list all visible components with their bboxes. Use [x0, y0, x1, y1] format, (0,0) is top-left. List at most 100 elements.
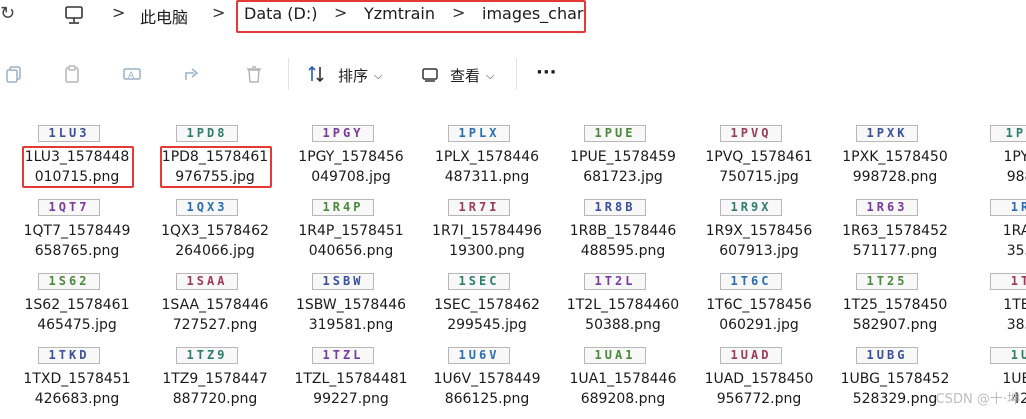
file-thumbnail: 1TZL: [312, 347, 374, 364]
paste-icon[interactable]: [62, 64, 82, 84]
file-name-line: 607913.jpg: [719, 243, 799, 259]
file-item[interactable]: 1T25 1T25_1578450 582907.png: [828, 273, 962, 345]
file-item[interactable]: 1UAD 1UAD_1578450 956772.png: [692, 347, 826, 419]
file-name: 1UA1_1578446 689208.png: [556, 369, 690, 409]
file-item[interactable]: 1UBG 1UBG_1578452 528329.png: [828, 347, 962, 419]
file-item[interactable]: 1R7I 1R7I_15784496 19300.png: [420, 199, 554, 271]
file-name-line: 1QX3_1578462: [161, 223, 269, 239]
sort-button[interactable]: 排序: [338, 65, 368, 86]
file-name: 1SBW_1578446 319581.png: [284, 295, 418, 335]
file-name-line: 956772.png: [716, 391, 802, 407]
file-name-line: 487311.png: [444, 169, 530, 185]
delete-icon[interactable]: [244, 64, 264, 84]
path-highlight-box: [236, 0, 586, 33]
file-item[interactable]: 1U1UBS_14244: [962, 347, 1026, 419]
file-name-line: 1T25_1578450: [842, 297, 948, 313]
file-name-line: 658765.png: [34, 243, 120, 259]
view-icon[interactable]: [420, 64, 440, 84]
file-item[interactable]: 1TKD 1TXD_1578451 426683.png: [10, 347, 144, 419]
file-name: 1PUE_1578459 681723.jpg: [556, 147, 690, 187]
chevron-down-icon: ⌵: [374, 69, 383, 82]
file-thumbnail: 1SBW: [312, 273, 374, 290]
file-item[interactable]: 1R63 1R63_1578452 571177.png: [828, 199, 962, 271]
file-item[interactable]: 1SAA 1SAA_1578446 727527.png: [148, 273, 282, 345]
file-name: 1PGY_1578456 049708.jpg: [284, 147, 418, 187]
file-item[interactable]: 1PUE 1PUE_1578459 681723.jpg: [556, 125, 690, 197]
command-bar: [0, 50, 1026, 100]
file-item[interactable]: 1T6C 1T6C_1578456 060291.jpg: [692, 273, 826, 345]
file-thumbnail: 1S62: [38, 273, 100, 290]
file-item[interactable]: 1PXK 1PXK_1578450 998728.png: [828, 125, 962, 197]
file-thumbnail: 1R9X: [720, 199, 782, 216]
file-thumbnail: 1SAA: [176, 273, 238, 290]
file-thumbnail: 1R4P: [312, 199, 374, 216]
file-name-line: 1UAD_1578450: [704, 371, 814, 387]
file-item[interactable]: 1QT7 1QT7_1578449 658765.png: [10, 199, 144, 271]
file-item[interactable]: 1PGY 1PGY_1578456 049708.jpg: [284, 125, 418, 197]
file-item[interactable]: 1S62 1S62_1578461 465475.jpg: [10, 273, 144, 345]
file-name: 1T25_1578450 582907.png: [828, 295, 962, 335]
file-name-line: 049708.jpg: [311, 169, 391, 185]
file-name-line: 465475.jpg: [37, 317, 117, 333]
toolbar-divider: [288, 58, 289, 90]
file-thumbnail: 1TZ9: [176, 347, 238, 364]
file-thumbnail: 1PLX: [448, 125, 510, 142]
file-item[interactable]: 1QX3 1QX3_1578462 264066.jpg: [148, 199, 282, 271]
chevron-right-icon: >: [212, 3, 226, 22]
computer-icon[interactable]: [64, 4, 84, 26]
breadcrumb-this-pc[interactable]: 此电脑: [140, 4, 188, 28]
share-icon[interactable]: [182, 64, 202, 84]
file-thumbnail: 1UBG: [856, 347, 918, 364]
file-name-line: 998728.png: [852, 169, 938, 185]
file-item[interactable]: 1T 1TBP_1 38563: [962, 273, 1026, 345]
file-name-line: 1PUE_1578459: [570, 149, 676, 165]
file-name-line: 1PVQ_1578461: [705, 149, 813, 165]
address-bar: ↻ > 此电脑 > Data (D:) > Yzmtrain > images_…: [0, 0, 1026, 36]
file-thumbnail: 1T: [990, 273, 1026, 290]
file-thumbnail: 1R63: [856, 199, 918, 216]
file-name-line: 1TBP_1: [1003, 297, 1026, 313]
file-thumbnail: 1TKD: [38, 347, 100, 364]
file-item[interactable]: 1PLX 1PLX_1578446 487311.png: [420, 125, 554, 197]
file-item[interactable]: 1PVQ 1PVQ_1578461 750715.jpg: [692, 125, 826, 197]
file-name: 1T6C_1578456 060291.jpg: [692, 295, 826, 335]
copy-icon[interactable]: [4, 64, 24, 84]
file-item[interactable]: 1R4P 1R4P_1578451 040656.png: [284, 199, 418, 271]
refresh-icon[interactable]: ↻: [0, 3, 15, 24]
file-item[interactable]: 1R 1RA1_1 35564: [962, 199, 1026, 271]
file-item[interactable]: 1PY 1PYZ_1 98871: [962, 125, 1026, 197]
file-item[interactable]: 1R9X 1R9X_1578456 607913.jpg: [692, 199, 826, 271]
svg-text:A: A: [128, 71, 135, 81]
file-name-line: 99227.png: [313, 391, 389, 407]
file-name-line: 1PGY_1578456: [298, 149, 404, 165]
file-name-line: 1S62_1578461: [24, 297, 130, 313]
file-name: 1T2L_15784460 50388.png: [556, 295, 690, 335]
file-item[interactable]: 1U6V 1U6V_1578449 866125.png: [420, 347, 554, 419]
file-item[interactable]: 1TZL 1TZL_15784481 99227.png: [284, 347, 418, 419]
view-button[interactable]: 查看: [450, 65, 480, 86]
sort-icon[interactable]: [306, 64, 326, 84]
file-name-line: 1SAA_1578446: [161, 297, 269, 313]
file-thumbnail: 1PGY: [312, 125, 374, 142]
file-item[interactable]: 1SBW 1SBW_1578446 319581.png: [284, 273, 418, 345]
file-item[interactable]: 1UA1 1UA1_1578446 689208.png: [556, 347, 690, 419]
file-name-line: 1SEC_1578462: [434, 297, 540, 313]
file-name-line: 1UA1_1578446: [569, 371, 677, 387]
more-options-button[interactable]: ···: [536, 62, 557, 83]
file-thumbnail: 1PXK: [856, 125, 918, 142]
file-name: 1PLX_1578446 487311.png: [420, 147, 554, 187]
rename-icon[interactable]: A: [122, 64, 142, 84]
file-item[interactable]: 1R8B 1R8B_1578446 488595.png: [556, 199, 690, 271]
file-name: 1S62_1578461 465475.jpg: [10, 295, 144, 335]
file-name-line: 1U6V_1578449: [433, 371, 541, 387]
file-name-line: 426683.png: [34, 391, 120, 407]
file-thumbnail: 1R8B: [584, 199, 646, 216]
file-name: 1R63_1578452 571177.png: [828, 221, 962, 261]
filename-highlight-box: [160, 146, 272, 188]
file-thumbnail: 1QT7: [38, 199, 100, 216]
file-item[interactable]: 1SEC 1SEC_1578462 299545.jpg: [420, 273, 554, 345]
file-name-line: 50388.png: [585, 317, 661, 333]
file-item[interactable]: 1TZ9 1TZ9_1578447 887720.png: [148, 347, 282, 419]
file-item[interactable]: 1T2L 1T2L_15784460 50388.png: [556, 273, 690, 345]
chevron-right-icon: >: [112, 3, 126, 22]
